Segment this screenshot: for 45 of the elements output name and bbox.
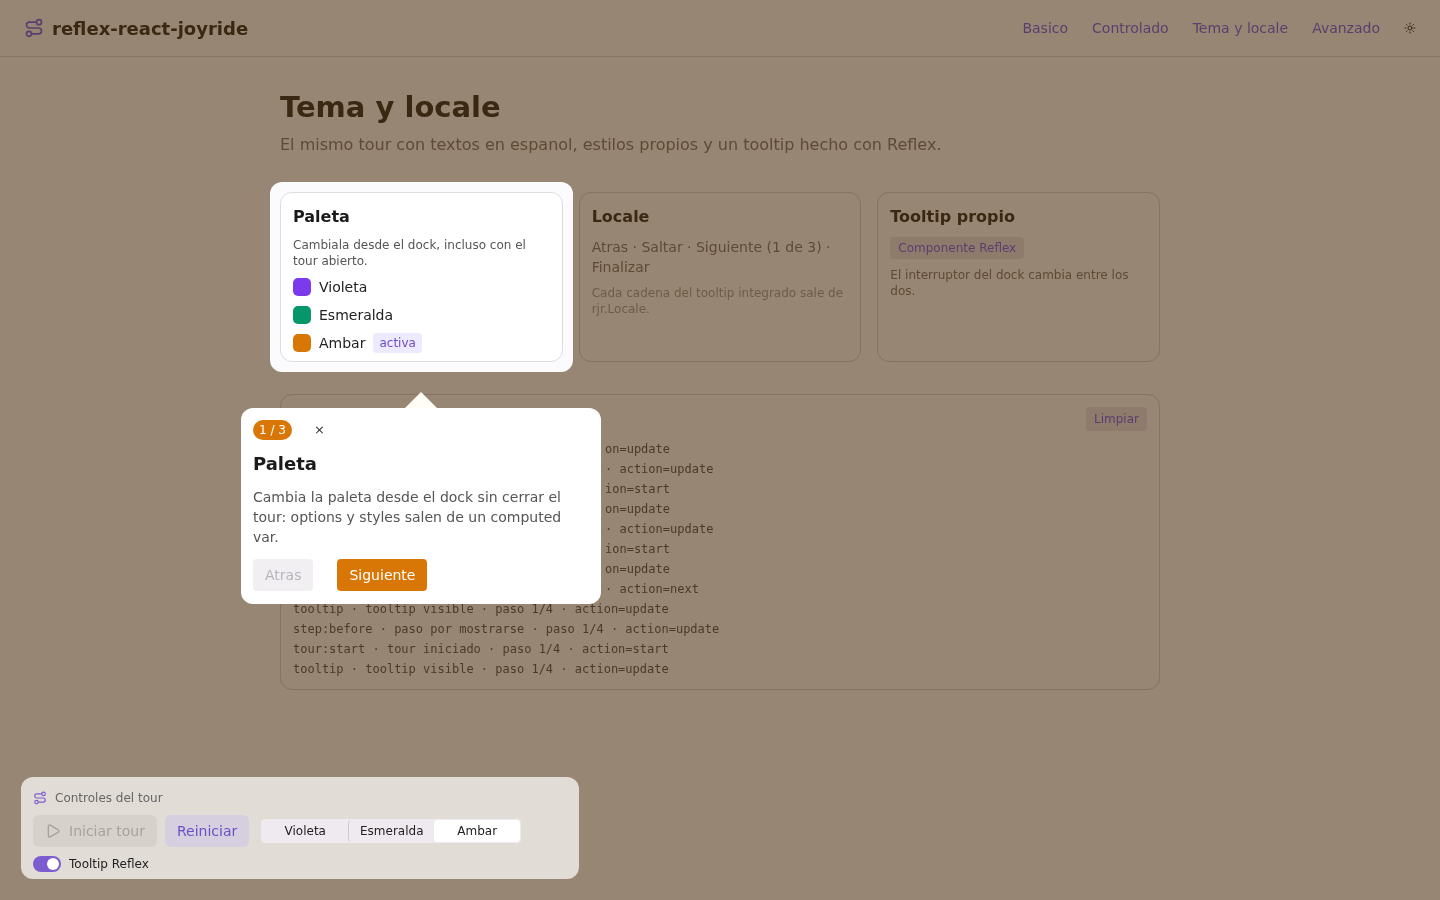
restart-button[interactable]: Reiniciar [164, 815, 250, 847]
card-title: Locale [591, 206, 651, 228]
log-line: on=update [605, 501, 671, 518]
log-line: step:before · paso por mostrarse · paso 1/4 · action=update [293, 621, 720, 638]
app-title: reflex-react-joyride [52, 16, 249, 41]
swatch-label: Esmeralda [319, 305, 394, 325]
dock-title: Controles del tour [55, 790, 163, 807]
log-line: · action=update [605, 521, 714, 538]
swatch-label: Ambar [319, 333, 366, 353]
next-button[interactable]: Siguiente [337, 559, 428, 591]
toggle-label: Tooltip Reflex [69, 856, 149, 873]
route-icon [24, 18, 44, 38]
log-line: tooltip · tooltip visible · paso 1/4 · action=update [293, 661, 669, 678]
nav-link[interactable]: Tema y locale [1192, 17, 1289, 39]
log-line: · action=next [605, 581, 699, 598]
nav-link[interactable]: Controlado [1092, 17, 1169, 39]
palette-option[interactable]: Violeta [262, 820, 349, 842]
close-button[interactable]: × [313, 422, 325, 438]
tooltip-body: Cambia la paleta desde el dock sin cerrar el tour: options y styles salen de un computed var. [253, 488, 563, 547]
locale-strings: Atras · Saltar · Siguiente (1 de 3) · Finalizar [591, 238, 832, 277]
nav-link[interactable]: Avanzado [1312, 17, 1380, 39]
log-line: ion=start [605, 481, 671, 498]
component-badge: Componente Reflex [890, 237, 1025, 259]
log-line: · action=update [605, 461, 714, 478]
card-description: El interruptor del dock cambia entre los dos. [890, 267, 1130, 299]
play-icon [45, 823, 61, 839]
card-description: Cambiala desde el dock, incluso con el tour abierto. [293, 237, 527, 269]
page-subtitle: El mismo tour con textos en espanol, estilos propios y un tooltip hecho con Reflex. [280, 134, 943, 156]
log-line: on=update [605, 561, 671, 578]
theme-toggle-icon[interactable] [1404, 22, 1416, 34]
card-title: Paleta [293, 206, 351, 228]
tooltip-title: Paleta [253, 452, 318, 476]
clear-button[interactable]: Limpiar [1086, 407, 1147, 431]
log-line: ion=start [605, 541, 671, 558]
card-title: Tooltip propio [890, 206, 1016, 228]
active-badge: activa [373, 333, 422, 353]
palette-option[interactable]: Ambar [434, 820, 521, 842]
nav-link[interactable]: Basico [1022, 17, 1069, 39]
page-title: Tema y locale [280, 89, 502, 125]
log-line: tour:start · tour iniciado · paso 1/4 · action=start [293, 641, 669, 658]
route-icon [33, 791, 47, 805]
log-line: on=update [605, 441, 671, 458]
swatch-label: Violeta [319, 277, 368, 297]
step-badge: 1 / 3 [253, 420, 292, 440]
toggle-switch[interactable] [33, 856, 61, 872]
